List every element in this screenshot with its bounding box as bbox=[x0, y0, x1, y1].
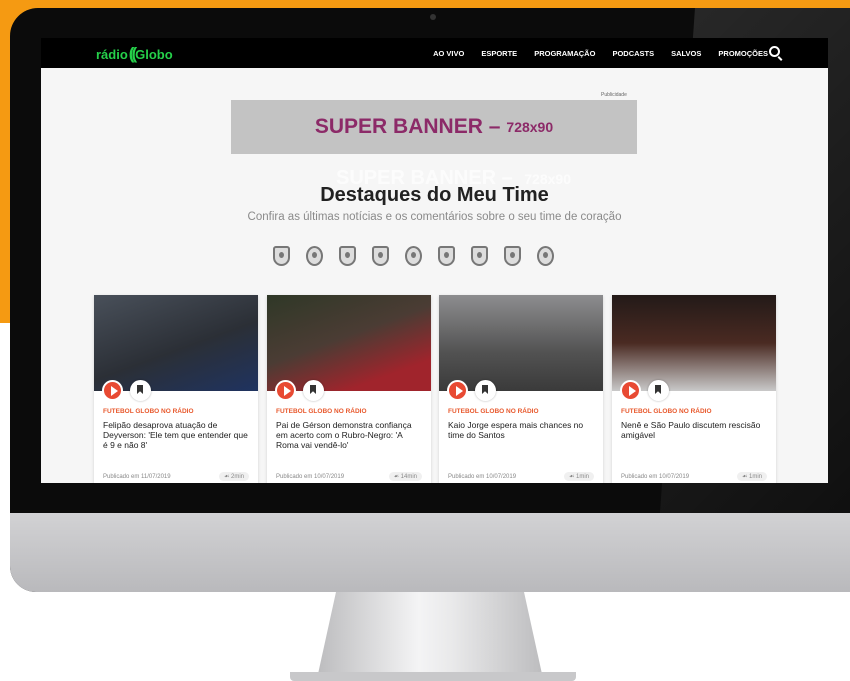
flamengo-crest-icon[interactable] bbox=[339, 246, 356, 266]
news-date: Publicado em 10/07/2019 bbox=[448, 474, 517, 480]
news-headline[interactable]: Kaio Jorge espera mais chances no time d… bbox=[448, 420, 596, 440]
logo-text: rádio bbox=[96, 46, 128, 62]
news-category: FUTEBOL GLOBO NO RÁDIO bbox=[448, 408, 539, 415]
botafogo-crest-icon[interactable] bbox=[273, 246, 290, 266]
nav-item-ao-vivo[interactable]: AO VIVO bbox=[433, 49, 464, 58]
news-photo bbox=[439, 295, 603, 391]
bookmark-icon[interactable] bbox=[303, 380, 324, 401]
monitor-chin bbox=[10, 513, 850, 592]
audio-duration: ☙ 14min bbox=[388, 472, 422, 481]
logo-brand: Globo bbox=[135, 46, 173, 62]
main-menu: AO VIVO ESPORTE PROGRAMAÇÃO PODCASTS SAL… bbox=[433, 38, 768, 68]
news-category: FUTEBOL GLOBO NO RÁDIO bbox=[276, 408, 367, 415]
news-date: Publicado em 10/07/2019 bbox=[621, 474, 690, 480]
play-icon[interactable] bbox=[275, 380, 296, 401]
news-card[interactable]: FUTEBOL GLOBO NO RÁDIO Nenê e São Paulo … bbox=[612, 295, 776, 483]
sao-paulo-crest-icon[interactable] bbox=[471, 246, 488, 266]
brasil-crest-icon[interactable] bbox=[537, 246, 554, 266]
duration-value: 2min bbox=[230, 474, 244, 480]
news-date: Publicado em 10/07/2019 bbox=[276, 474, 345, 480]
banner-size-text: 728x90 bbox=[506, 119, 554, 135]
team-selector bbox=[273, 246, 554, 266]
radio-globo-logo[interactable]: rádio (( Globo bbox=[96, 44, 173, 64]
news-headline[interactable]: Felipão desaprova atuação de Deyverson: … bbox=[103, 420, 251, 450]
play-icon[interactable] bbox=[102, 380, 123, 401]
news-card[interactable]: FUTEBOL GLOBO NO RÁDIO Pai de Gérson dem… bbox=[267, 295, 431, 483]
top-navbar: rádio (( Globo AO VIVO ESPORTE PROGRAMAÇ… bbox=[41, 38, 828, 68]
news-card[interactable]: FUTEBOL GLOBO NO RÁDIO Kaio Jorge espera… bbox=[439, 295, 603, 483]
news-headline[interactable]: Pai de Gérson demonstra confiança em ace… bbox=[276, 420, 424, 450]
nav-item-podcasts[interactable]: PODCASTS bbox=[612, 49, 654, 58]
banner-main-text: SUPER BANNER – bbox=[314, 115, 501, 138]
news-headline[interactable]: Nenê e São Paulo discutem rescisão amigá… bbox=[621, 420, 769, 440]
corinthians-crest-icon[interactable] bbox=[306, 246, 323, 266]
play-icon[interactable] bbox=[447, 380, 468, 401]
monitor-stand bbox=[318, 592, 542, 674]
ad-label: Publicidade bbox=[601, 92, 627, 98]
nav-item-promocoes[interactable]: PROMOÇÕES bbox=[718, 49, 768, 58]
audio-duration: ☙ 2min bbox=[218, 472, 249, 481]
nav-item-salvos[interactable]: SALVOS bbox=[671, 49, 701, 58]
super-banner-ad[interactable]: SUPER BANNER – 728x90 bbox=[231, 100, 637, 154]
santos-crest-icon[interactable] bbox=[438, 246, 455, 266]
news-category: FUTEBOL GLOBO NO RÁDIO bbox=[621, 408, 712, 415]
news-photo bbox=[267, 295, 431, 391]
bookmark-icon[interactable] bbox=[130, 380, 151, 401]
stage: rádio (( Globo AO VIVO ESPORTE PROGRAMAÇ… bbox=[0, 0, 850, 681]
fluminense-crest-icon[interactable] bbox=[372, 246, 389, 266]
monitor-base bbox=[290, 672, 576, 681]
nav-item-programacao[interactable]: PROGRAMAÇÃO bbox=[534, 49, 595, 58]
section-subtitle: Confira as últimas notícias e os comentá… bbox=[247, 211, 622, 223]
bookmark-icon[interactable] bbox=[475, 380, 496, 401]
search-icon[interactable] bbox=[769, 46, 780, 57]
news-category: FUTEBOL GLOBO NO RÁDIO bbox=[103, 408, 194, 415]
camera-icon bbox=[430, 14, 436, 20]
duration-value: 1min bbox=[748, 474, 762, 480]
vasco-crest-icon[interactable] bbox=[504, 246, 521, 266]
section-title: Destaques do Meu Time bbox=[320, 184, 549, 206]
audio-duration: ☙ 1min bbox=[563, 472, 594, 481]
bookmark-icon[interactable] bbox=[648, 380, 669, 401]
news-card[interactable]: FUTEBOL GLOBO NO RÁDIO Felipão desaprova… bbox=[94, 295, 258, 483]
news-date: Publicado em 11/07/2019 bbox=[103, 474, 171, 480]
duration-value: 14min bbox=[400, 474, 417, 480]
duration-value: 1min bbox=[575, 474, 589, 480]
nav-item-esporte[interactable]: ESPORTE bbox=[481, 49, 517, 58]
audio-duration: ☙ 1min bbox=[736, 472, 767, 481]
news-photo bbox=[612, 295, 776, 391]
palmeiras-crest-icon[interactable] bbox=[405, 246, 422, 266]
play-icon[interactable] bbox=[620, 380, 641, 401]
website-screen: rádio (( Globo AO VIVO ESPORTE PROGRAMAÇ… bbox=[41, 38, 828, 483]
news-photo bbox=[94, 295, 258, 391]
logo-mark: (( bbox=[128, 44, 138, 63]
